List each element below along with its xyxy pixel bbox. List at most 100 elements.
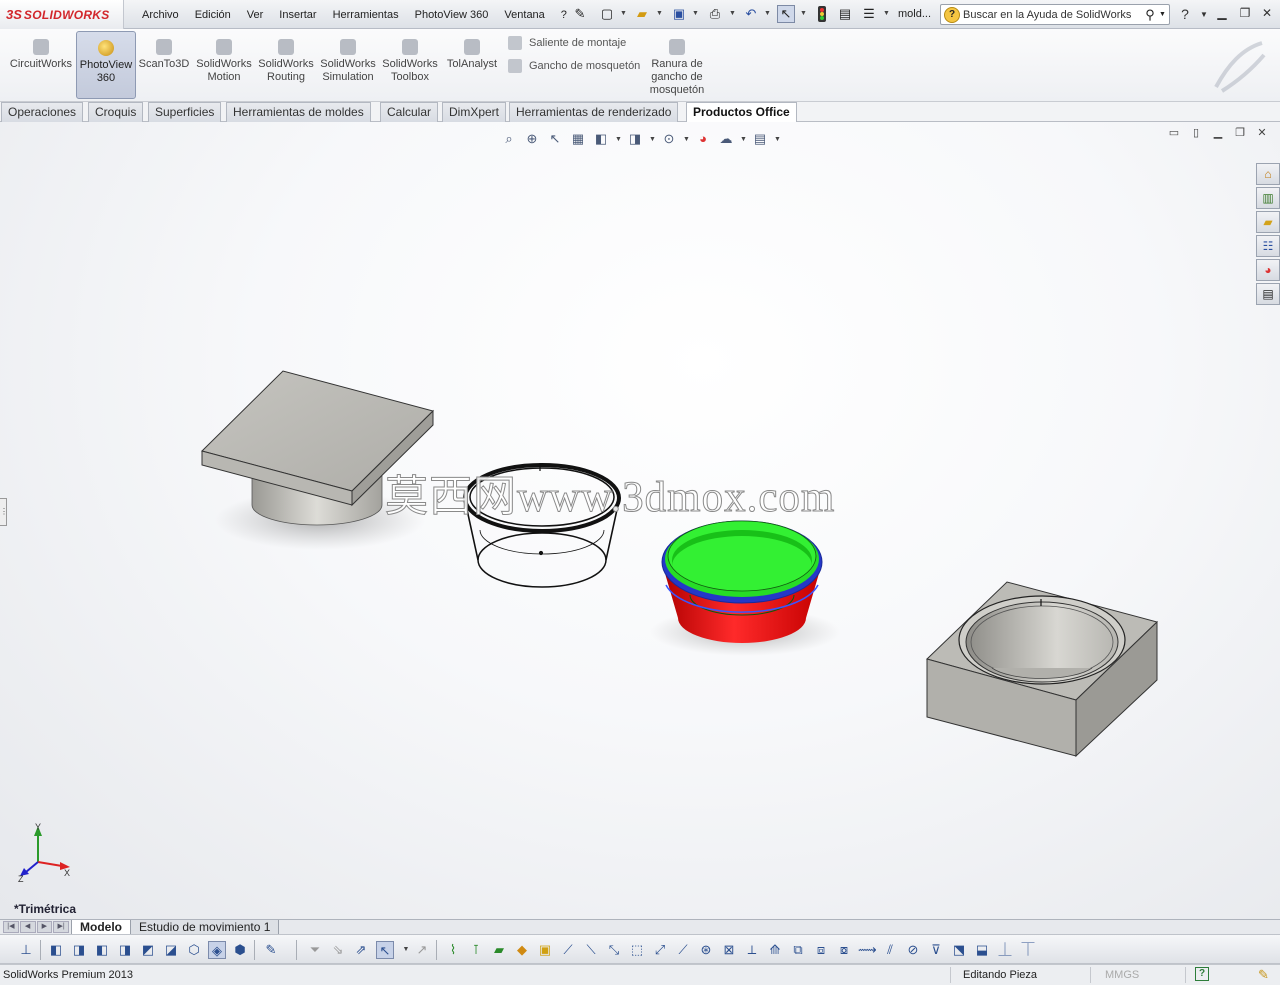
help-search-input[interactable]: Buscar en la Ayuda de SolidWorks <box>963 9 1141 21</box>
search-dropdown-icon[interactable]: ▼ <box>1159 11 1169 18</box>
edit-appearance-icon[interactable]: ◕ <box>694 131 712 147</box>
parting-surface-icon[interactable]: ⟋ <box>559 941 577 959</box>
rebuild-traffic-light-icon[interactable] <box>813 5 831 23</box>
file-explorer-icon[interactable]: ▰ <box>1256 211 1280 233</box>
menu-herramientas[interactable]: Herramientas <box>325 9 407 21</box>
routing-button[interactable]: SolidWorks Routing <box>258 31 314 99</box>
extend-surface-icon[interactable]: ⟿ <box>858 941 877 959</box>
new-dropdown-icon[interactable]: ▼ <box>620 10 627 17</box>
shut-off-surfaces-icon[interactable]: ▣ <box>536 941 554 959</box>
view-settings-icon[interactable]: ▤ <box>751 131 769 147</box>
filter-edges-icon[interactable]: ⇘ <box>329 941 347 959</box>
scale-icon[interactable]: ⤢ <box>651 941 669 959</box>
tab-productos-office[interactable]: Productos Office <box>686 102 797 123</box>
side-core-icon[interactable]: ⏉ <box>1019 941 1037 959</box>
isometric-view-icon[interactable]: ⬡ <box>185 941 203 959</box>
close-window-icon[interactable]: ✕ <box>1259 6 1275 22</box>
measure-icon[interactable]: ✎ <box>262 941 280 959</box>
tab-superficies[interactable]: Superficies <box>148 102 222 122</box>
scanto3d-button[interactable]: ScanTo3D <box>138 31 190 99</box>
toolbox-button[interactable]: SolidWorks Toolbox <box>382 31 438 99</box>
trim-surface-icon[interactable]: ⫽ <box>881 941 899 959</box>
motion-button[interactable]: SolidWorks Motion <box>196 31 252 99</box>
doc-minimize-icon[interactable]: ▁ <box>1210 126 1226 140</box>
menu-insertar[interactable]: Insertar <box>271 9 324 21</box>
apply-scene-dropdown-icon[interactable]: ▼ <box>740 136 747 143</box>
trimetric-view-icon[interactable]: ◈ <box>208 941 226 959</box>
offset-surface-icon[interactable]: ⟂ <box>743 941 761 959</box>
planar-surface-icon[interactable]: ⧉ <box>789 941 807 959</box>
tile-horizontal-icon[interactable]: ▭ <box>1166 126 1182 140</box>
menu-photoview[interactable]: PhotoView 360 <box>407 9 497 21</box>
pin-icon[interactable]: ✎ <box>571 5 589 23</box>
save-icon[interactable]: ▣ <box>670 5 688 23</box>
tolanalyst-button[interactable]: TolAnalyst <box>444 31 500 99</box>
tooling-split-icon[interactable]: ⤡ <box>605 941 623 959</box>
filter-faces-icon[interactable]: ⇗ <box>352 941 370 959</box>
minimize-window-icon[interactable]: ▁ <box>1214 6 1230 22</box>
section-view-icon[interactable]: ▦ <box>569 131 587 147</box>
first-tab-icon[interactable]: |◀ <box>3 921 19 933</box>
view-normal-to-icon[interactable]: ⊥ <box>17 941 35 959</box>
design-library-icon[interactable]: ▥ <box>1256 187 1280 209</box>
search-icon[interactable]: ⚲ <box>1141 7 1159 23</box>
zoom-to-area-icon[interactable]: ⊕ <box>523 131 541 147</box>
untrim-surface-icon[interactable]: ⊘ <box>904 941 922 959</box>
help-search-box[interactable]: ? Buscar en la Ayuda de SolidWorks ⚲ ▼ <box>940 4 1170 25</box>
solidworks-logo[interactable]: 3S SOLIDWORKS <box>0 0 124 29</box>
previous-view-icon[interactable]: ↖ <box>546 131 564 147</box>
left-view-icon[interactable]: ◧ <box>93 941 111 959</box>
quick-tips-icon[interactable]: ? <box>1195 967 1209 981</box>
right-view-icon[interactable]: ◨ <box>116 941 134 959</box>
doc-close-icon[interactable]: ✕ <box>1254 126 1270 140</box>
front-view-icon[interactable]: ◧ <box>47 941 65 959</box>
ruled-surface-icon[interactable]: ⟍ <box>582 941 600 959</box>
filter-icon[interactable]: ⏷ <box>306 941 324 959</box>
delete-face-icon[interactable]: ⊠ <box>720 941 738 959</box>
menu-ver[interactable]: Ver <box>239 9 272 21</box>
parting-line-analysis-icon[interactable]: ◆ <box>513 941 531 959</box>
fill-surface-icon[interactable]: ⧇ <box>835 941 853 959</box>
tab-estudio-movimiento[interactable]: Estudio de movimiento 1 <box>130 920 280 935</box>
undercut-analysis-icon[interactable]: ▰ <box>490 941 508 959</box>
tab-herramientas-renderizado[interactable]: Herramientas de renderizado <box>509 102 679 122</box>
circuitworks-button[interactable]: CircuitWorks <box>8 31 74 99</box>
next-tab-icon[interactable]: ▶ <box>36 921 53 933</box>
graphics-area[interactable]: 莫西网www.3dmox.com ⌕ ⊕ ↖ ▦ ◧ ▼ ◨ ▼ ⊙ ▼ ◕ ☁… <box>0 122 1280 919</box>
last-tab-icon[interactable]: ▶| <box>53 921 69 933</box>
tile-vertical-icon[interactable]: ▯ <box>1188 126 1204 140</box>
zoom-to-fit-icon[interactable]: ⌕ <box>500 131 518 147</box>
menu-archivo[interactable]: Archivo <box>134 9 187 21</box>
menu-edicion[interactable]: Edición <box>187 9 239 21</box>
open-folder-icon[interactable]: ▰ <box>633 5 651 23</box>
view-palette-icon[interactable]: ☷ <box>1256 235 1280 257</box>
draft-icon[interactable]: ⊽ <box>927 941 945 959</box>
dimetric-view-icon[interactable]: ⬢ <box>231 941 249 959</box>
file-properties-icon[interactable]: ▤ <box>836 5 854 23</box>
feature-manager-expand-handle[interactable]: ⋮ <box>0 498 8 526</box>
top-view-icon[interactable]: ◩ <box>139 941 157 959</box>
custom-properties-icon[interactable]: ▤ <box>1256 283 1280 305</box>
ranura-gancho-button[interactable]: Ranura de gancho de mosquetón <box>646 31 708 99</box>
print-dropdown-icon[interactable]: ▼ <box>729 10 736 17</box>
view-orientation-icon[interactable]: ◧ <box>592 131 610 147</box>
select-dropdown-icon[interactable]: ▼ <box>800 10 807 17</box>
select-icon[interactable]: ↖ <box>376 941 394 959</box>
save-dropdown-icon[interactable]: ▼ <box>692 10 699 17</box>
display-style-icon[interactable]: ◨ <box>626 131 644 147</box>
photoview360-button[interactable]: PhotoView 360 <box>76 31 136 99</box>
display-style-dropdown-icon[interactable]: ▼ <box>649 136 656 143</box>
core-icon[interactable]: ⬚ <box>628 941 646 959</box>
select-arrow-icon[interactable]: ↖ <box>777 5 795 23</box>
tab-dimxpert[interactable]: DimXpert <box>442 102 507 122</box>
move-face-icon[interactable]: ⊛ <box>697 941 715 959</box>
print-icon[interactable]: ⎙ <box>706 5 724 23</box>
draft-analysis-icon[interactable]: ⊺ <box>467 941 485 959</box>
cavity-block-part[interactable] <box>926 581 1158 758</box>
undo-icon[interactable]: ↶ <box>742 5 760 23</box>
cavity-icon[interactable]: ⬔ <box>950 941 968 959</box>
tab-operaciones[interactable]: Operaciones <box>1 102 84 122</box>
magnified-selection-icon[interactable]: ↗ <box>413 941 431 959</box>
colored-cup-part[interactable] <box>650 520 840 656</box>
solidworks-resources-icon[interactable]: ⌂ <box>1256 163 1280 185</box>
